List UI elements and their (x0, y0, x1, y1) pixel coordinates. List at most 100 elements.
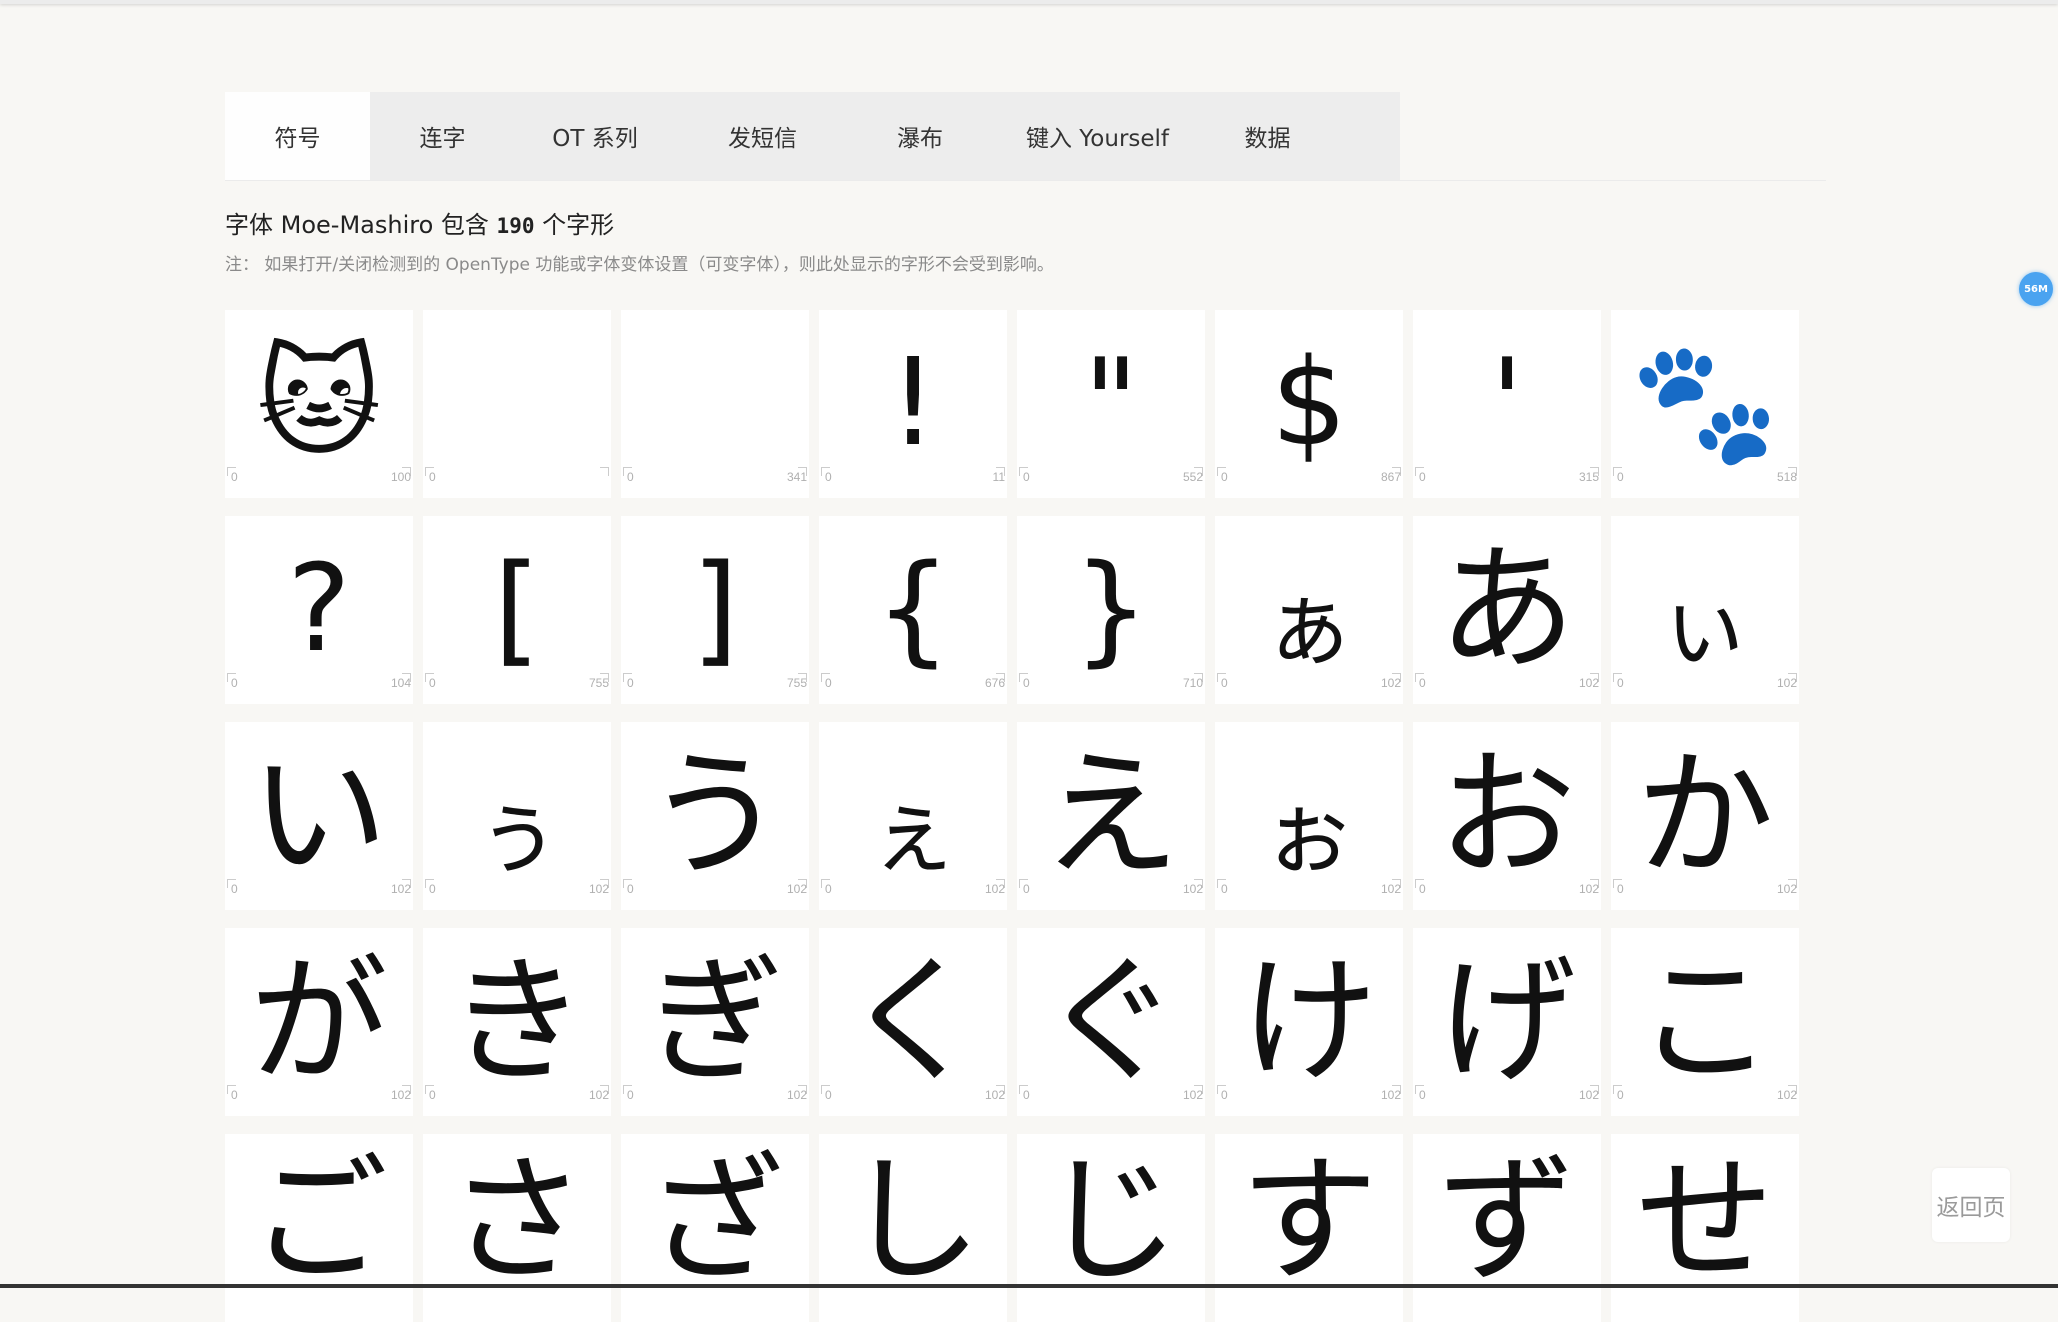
glyph-cell[interactable]: 🐱 0 100 (225, 310, 413, 498)
glyph-cell[interactable]: ぁ 0 102 (1215, 516, 1403, 704)
glyph-char: ぎ (645, 941, 784, 1102)
glyph-cell[interactable]: じ (1017, 1134, 1205, 1322)
exclamation-burst-icon: ! (888, 334, 938, 473)
glyph-char: げ (1437, 941, 1576, 1102)
glyph-cell[interactable]: が 0 102 (225, 928, 413, 1116)
glyph-cell[interactable]: げ 0 102 (1413, 928, 1601, 1116)
glyph-cell[interactable]: か 0 102 (1611, 722, 1799, 910)
glyph-cell[interactable]: ぎ 0 102 (621, 928, 809, 1116)
heading-suffix: 个字形 (542, 211, 615, 239)
cat-face-icon: 🐱 (256, 334, 382, 473)
glyph-cell[interactable]: え 0 102 (1017, 722, 1205, 910)
advance-width-label: 102 (1776, 1088, 1797, 1102)
advance-width-label: 102 (390, 882, 411, 896)
glyph-char: ぁ (1262, 574, 1355, 681)
advance-width-label: 710 (1182, 676, 1203, 690)
left-bearing-label: 0 (627, 1088, 634, 1102)
cat-right-bracket-icon: ] (691, 540, 739, 679)
tab-3[interactable]: 发短信 (675, 92, 850, 180)
glyph-cell[interactable]: こ 0 102 (1611, 928, 1799, 1116)
glyph-cell[interactable]: ず (1413, 1134, 1601, 1322)
glyph-cell[interactable]: ぐ 0 102 (1017, 928, 1205, 1116)
glyph-cell[interactable]: ? 0 104 (225, 516, 413, 704)
glyph-cell[interactable]: ぉ 0 102 (1215, 722, 1403, 910)
glyph-cell[interactable]: [0 755 (423, 516, 611, 704)
glyph-cell[interactable]: き 0 102 (423, 928, 611, 1116)
advance-width-label: 102 (1182, 882, 1203, 896)
tab-2[interactable]: OT 系列 (515, 92, 675, 180)
glyph-cell[interactable]: ' 0 315 (1413, 310, 1601, 498)
glyph-cell[interactable]: し (819, 1134, 1007, 1322)
glyph-char: ぉ (1262, 780, 1355, 887)
glyph-cell[interactable]: せ (1611, 1134, 1799, 1322)
memory-badge[interactable]: 56M (2019, 272, 2053, 306)
left-bearing-label: 0 (1023, 1088, 1030, 1102)
glyph-cell[interactable]: } 0 710 (1017, 516, 1205, 704)
glyph-char: き (447, 941, 586, 1102)
left-bearing-label: 0 (825, 882, 832, 896)
advance-width-label: 102 (984, 1088, 1005, 1102)
glyph-char: じ (1041, 1140, 1180, 1301)
glyph-cell[interactable]: ぇ 0 102 (819, 722, 1007, 910)
glyph-cell[interactable]: ぅ 0 102 (423, 722, 611, 910)
advance-width-label: 102 (1776, 676, 1797, 690)
glyph-cell[interactable]: ご (225, 1134, 413, 1322)
glyph-char: す (1239, 1140, 1378, 1301)
left-bearing-label: 0 (825, 470, 832, 484)
glyph-cell[interactable]: ざ (621, 1134, 809, 1322)
glyph-cell[interactable]: ! 0 11 (819, 310, 1007, 498)
left-bearing-label: 0 (1221, 470, 1228, 484)
glyph-count-heading: 字体 Moe-Mashiro 包含 190 个字形 (225, 205, 614, 240)
glyph-cell[interactable]: ぃ 0 102 (1611, 516, 1799, 704)
glyph-char: ぇ (866, 780, 959, 887)
glyph-char: け (1239, 941, 1378, 1102)
left-bearing-label: 0 (231, 1088, 238, 1102)
advance-width-label: 102 (984, 882, 1005, 896)
glyph-cell[interactable]: ] 0 755 (621, 516, 809, 704)
advance-width-label: 11 (992, 470, 1005, 484)
glyph-char: ぐ (1041, 941, 1180, 1102)
tab-1[interactable]: 连字 (370, 92, 515, 180)
glyph-cell[interactable]: い 0 102 (225, 722, 413, 910)
paw-icon: 🐾 (1630, 334, 1780, 473)
tab-5[interactable]: 键入 Yourself (990, 92, 1205, 180)
glyph-cell[interactable]: け 0 102 (1215, 928, 1403, 1116)
glyph-cell[interactable]: す (1215, 1134, 1403, 1322)
glyph-cell[interactable]: {0 676 (819, 516, 1007, 704)
glyph-cell[interactable]: " 0 552 (1017, 310, 1205, 498)
back-to-top-button[interactable]: 返回页 (1932, 1168, 2010, 1242)
left-bearing-label: 0 (1419, 882, 1426, 896)
left-bearing-label: 0 (825, 676, 832, 690)
glyph-cell[interactable]: さ (423, 1134, 611, 1322)
advance-width-label: 341 (786, 470, 807, 484)
left-bearing-label: 0 (1419, 676, 1426, 690)
tab-0[interactable]: 符号 (225, 92, 370, 180)
opentype-note: 注： 如果打开/关闭检测到的 OpenType 功能或字体变体设置（可变字体），… (225, 255, 1054, 275)
apostrophe-icon: ' (1490, 334, 1524, 473)
left-bearing-label: 0 (1617, 882, 1624, 896)
advance-width-label: 102 (390, 1088, 411, 1102)
glyph-cell[interactable]: あ 0 102 (1413, 516, 1601, 704)
left-bearing-label: 0 (429, 1088, 436, 1102)
glyph-cell[interactable]: 0 (423, 310, 611, 498)
glyph-cell[interactable]: お 0 102 (1413, 722, 1601, 910)
cat-left-bracket-icon: [ (493, 540, 541, 679)
glyph-char: ぅ (470, 780, 563, 887)
quote-mark-icon: " (1083, 334, 1139, 473)
glyph-cell[interactable]: う 0 102 (621, 722, 809, 910)
tab-strip: 符号 连字 OT 系列 发短信 瀑布 键入 Yourself 数据 (225, 92, 1400, 180)
advance-width-label: 676 (984, 676, 1005, 690)
tab-6[interactable]: 数据 (1205, 92, 1330, 180)
advance-width-label: 315 (1578, 470, 1599, 484)
glyph-cell[interactable]: く 0 102 (819, 928, 1007, 1116)
browser-top-edge (0, 0, 2058, 4)
glyph-char: あ (1437, 529, 1576, 690)
tab-4[interactable]: 瀑布 (850, 92, 990, 180)
glyph-count: 190 (496, 214, 535, 238)
left-bearing-label: 0 (429, 470, 436, 484)
glyph-cell[interactable]: $0 867 (1215, 310, 1403, 498)
glyph-cell[interactable]: 🐾 0 518 (1611, 310, 1799, 498)
advance-width-label: 104 (390, 676, 411, 690)
glyph-cell[interactable]: 0 341 (621, 310, 809, 498)
left-bearing-label: 0 (231, 676, 238, 690)
